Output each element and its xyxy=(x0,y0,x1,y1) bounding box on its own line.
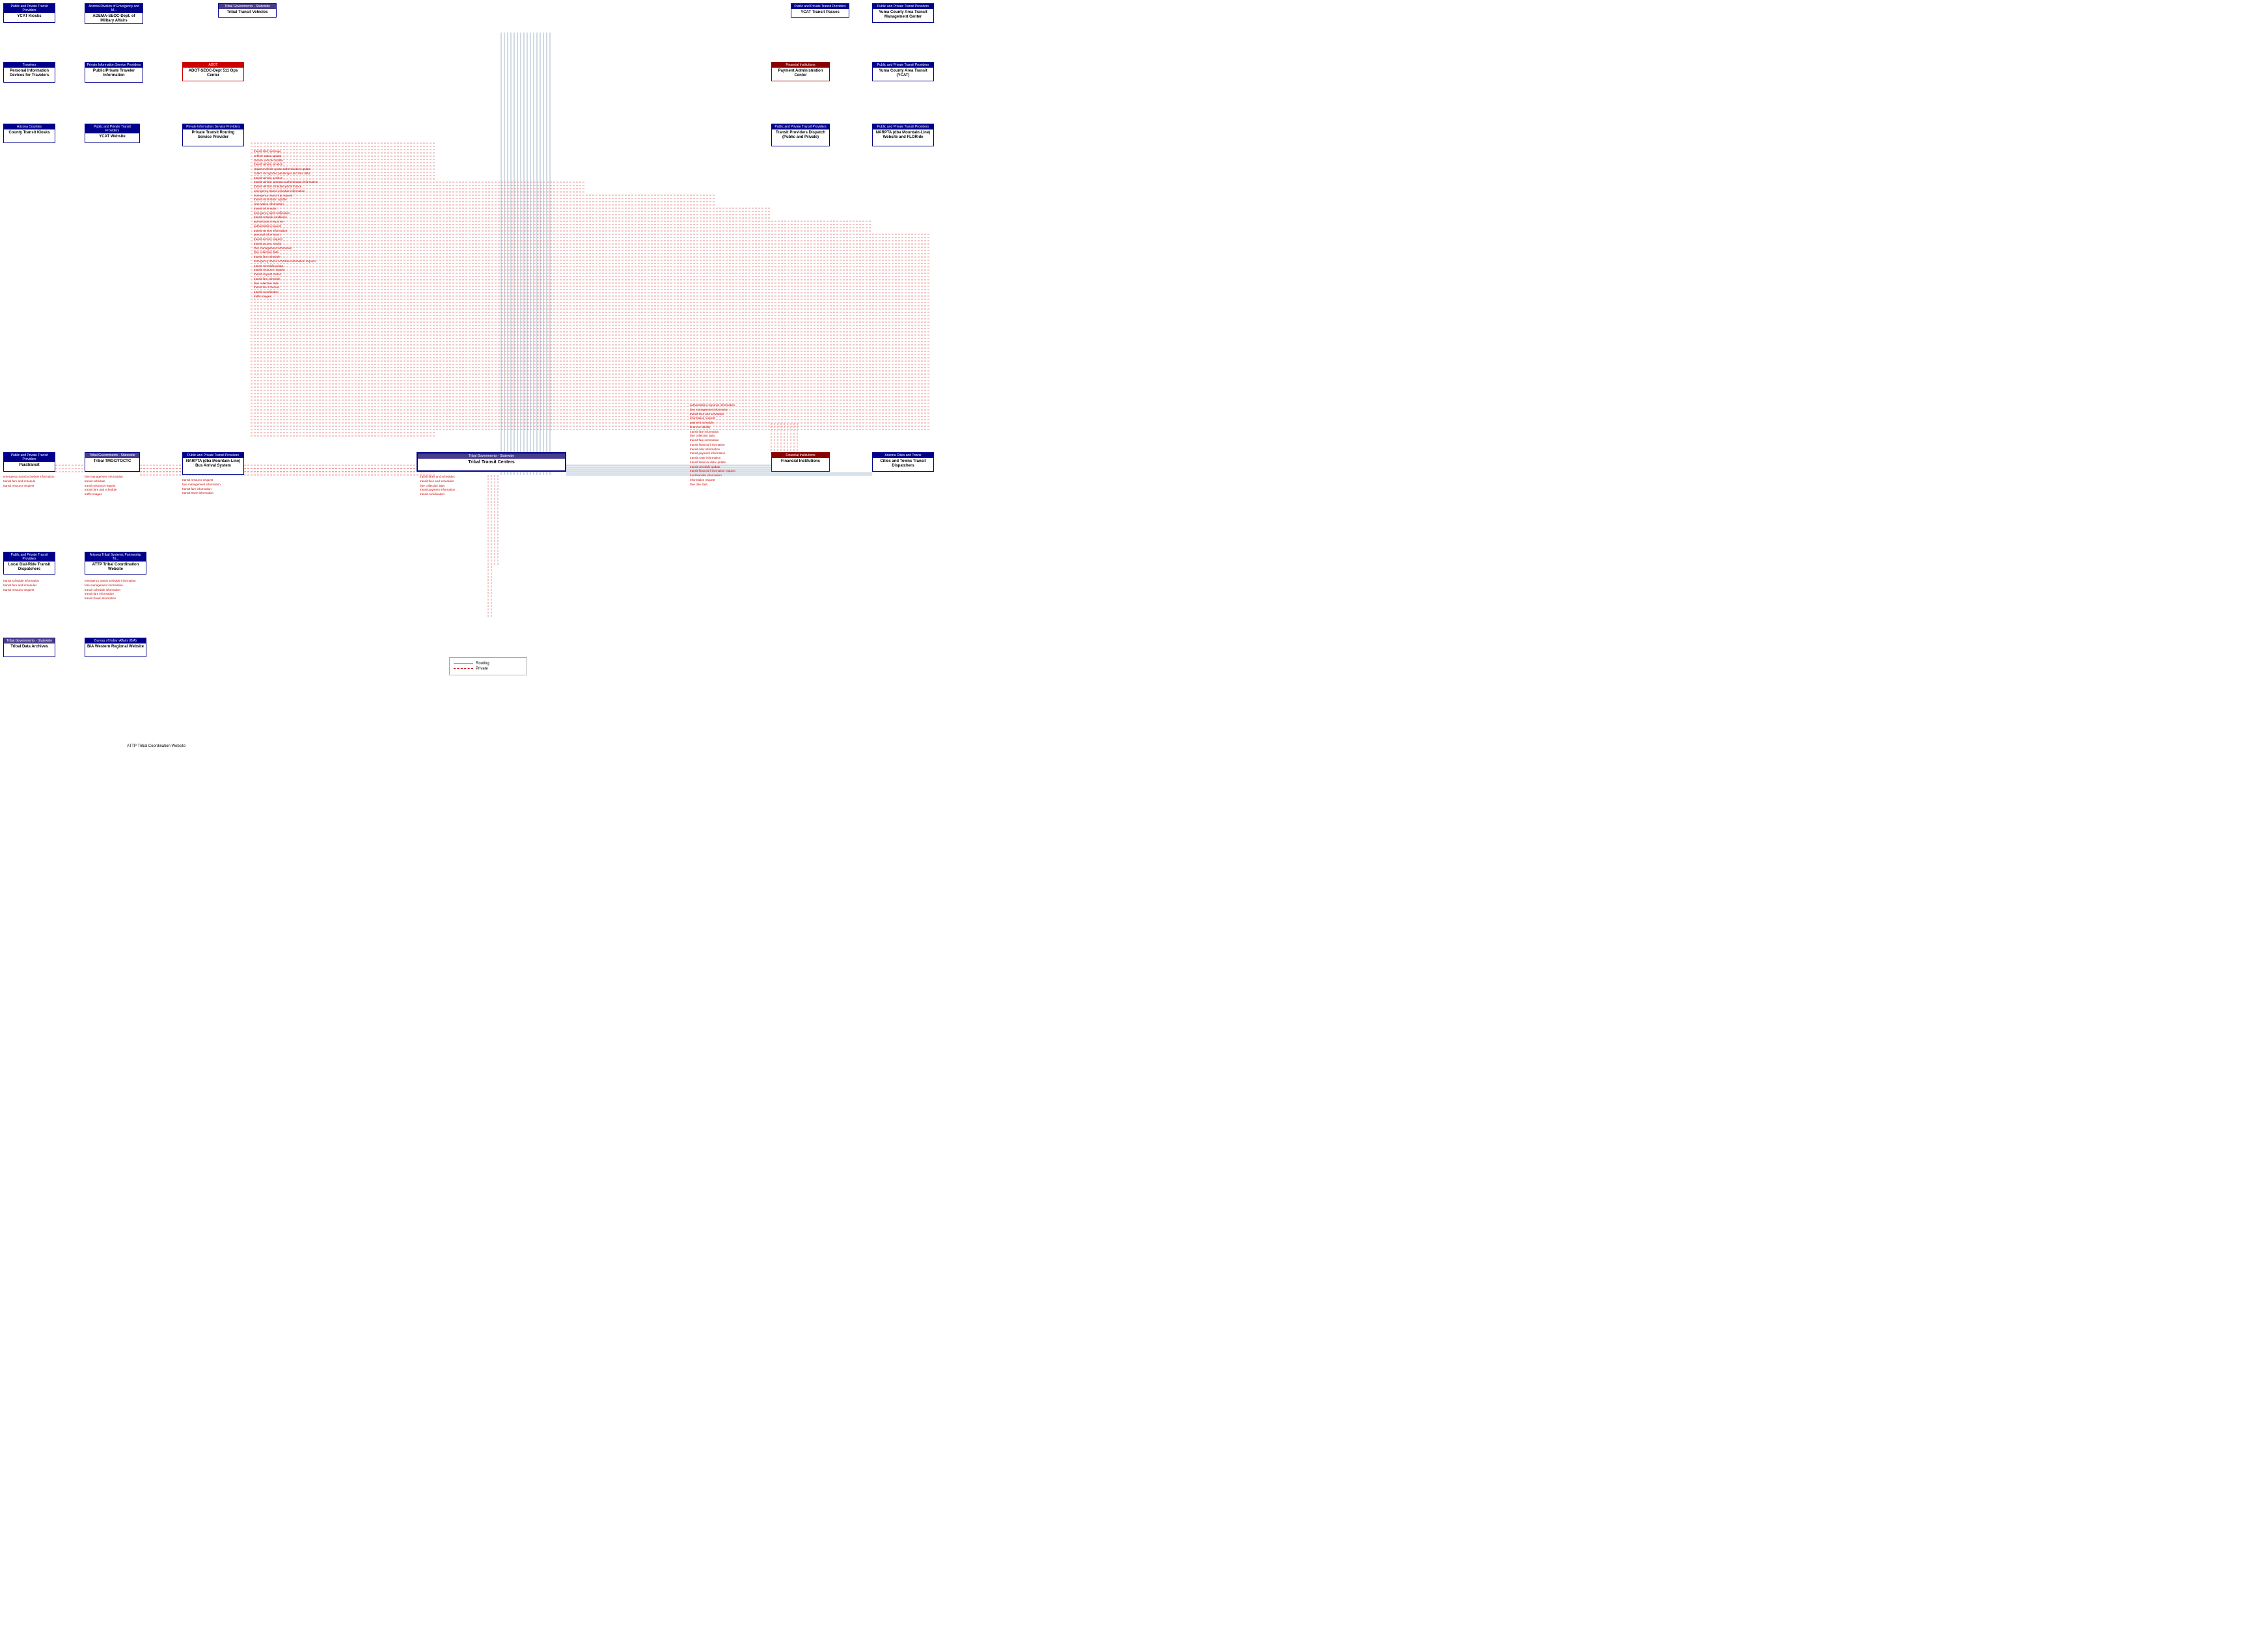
node-yuma-county-transit-header: Public and Private Transit Providers xyxy=(873,62,933,68)
node-payment-admin: Financial Institutions Payment Administr… xyxy=(771,62,830,81)
node-attp-tribal-coord-label: ATTP Tribal Coordination Website xyxy=(87,563,144,572)
node-county-transit-kiosks-label: County Transit Kiosks xyxy=(6,131,53,135)
node-tribal-data-archive: Tribal Governments - Statewide Tribal Da… xyxy=(3,638,55,657)
node-cities-towns-transit: Arizona Cities and Towns Cities and Town… xyxy=(872,452,934,472)
node-yuma-transit-mgmt-header: Public and Private Transit Providers xyxy=(873,4,933,9)
node-narpta-arrival: Public and Private Transit Providers NAR… xyxy=(182,452,244,475)
node-ycat-website-label: YCAT Website xyxy=(87,135,137,139)
node-private-transit-routing-label: Private Transit Routing Service Provider xyxy=(185,131,241,140)
node-adot-seoc-ops-label: ADOT-SEOC-Dept 511 Ops Center xyxy=(185,69,241,78)
node-adot-seoc-military-label: ADEMA-SEOC-Dept. of Military Affairs xyxy=(87,14,141,23)
legend-private-label: Private xyxy=(476,667,488,671)
connections-svg xyxy=(0,0,1130,826)
node-ycat-website: Public and Private Transit Providers YCA… xyxy=(85,124,140,143)
node-private-traveler-info: Private Information Service Providers Pu… xyxy=(85,62,143,83)
node-financial-institutions-header: Financial Institutions xyxy=(772,453,829,458)
node-ycat-transit-passes: Public and Private Transit Providers YCA… xyxy=(791,3,849,18)
node-tribal-tmoc: Tribal Governments - Statewide Tribal TM… xyxy=(85,452,140,472)
node-narpta-website: Public and Private Transit Providers NAR… xyxy=(872,124,934,146)
node-tribal-transit-vehicles-header: Tribal Governments - Statewide xyxy=(219,4,276,9)
node-county-transit-kiosks: Arizona Counties County Transit Kiosks xyxy=(3,124,55,143)
node-transit-providers-dispatch-header: Public and Private Transit Providers xyxy=(772,124,829,129)
node-personal-info-devices-label: Personal Information Devices for Travele… xyxy=(6,69,53,78)
diagram-container: Public and Private Transit Providers YCA… xyxy=(0,0,1130,826)
connection-labels-right: authorization response information fare … xyxy=(690,403,768,487)
node-personal-info-devices-header: Travelers xyxy=(4,62,55,68)
narpta-arrival-labels: transit resource request fare management… xyxy=(182,478,244,496)
node-narpta-website-label: NARPTA (dba Mountain-Line) Website and F… xyxy=(875,131,931,140)
node-county-transit-kiosks-header: Arizona Counties xyxy=(4,124,55,129)
node-bia-western-regional-label: BIA Western Regional Website xyxy=(87,645,144,649)
attp-coord-labels: emergency transit schedule information f… xyxy=(85,579,146,601)
node-ycat-kiosks-label: YCAT Kiosks xyxy=(6,14,53,19)
node-paratransit-header: Public and Private Transit Providers xyxy=(4,453,55,462)
node-transit-providers-dispatch-label: Transit Providers Dispatch (Public and P… xyxy=(774,131,827,140)
node-personal-info-devices: Travelers Personal Information Devices f… xyxy=(3,62,55,83)
tribal-coordination-label: ATTP Tribal Coordination Website xyxy=(127,744,185,748)
node-ycat-website-header: Public and Private Transit Providers xyxy=(85,124,139,133)
node-adot-seoc-ops: ADOT ADOT-SEOC-Dept 511 Ops Center xyxy=(182,62,244,81)
node-private-traveler-info-label: Public/Private Traveler Information xyxy=(87,69,141,78)
legend-private: Private xyxy=(454,667,523,671)
node-tribal-tmoc-header: Tribal Governments - Statewide xyxy=(85,453,139,458)
node-local-dial-ride: Public and Private Transit Providers Loc… xyxy=(3,552,55,575)
node-tribal-data-archive-header: Tribal Governments - Statewide xyxy=(4,638,55,643)
node-financial-institutions-label: Financial Institutions xyxy=(774,459,827,464)
node-adot-seoc-military: Arizona Division of Emergency and M... A… xyxy=(85,3,143,24)
node-tribal-transit-vehicles-label: Tribal Transit Vehicles xyxy=(221,10,274,15)
node-adot-seoc-military-header: Arizona Division of Emergency and M... xyxy=(85,4,143,13)
node-tribal-transit-centers-header: Tribal Governments - Statewide xyxy=(418,454,565,459)
legend-private-line xyxy=(454,668,473,670)
node-yuma-transit-mgmt-label: Yuma County Area Transit Management Cent… xyxy=(875,10,931,20)
node-private-transit-routing: Private Information Service Providers Pr… xyxy=(182,124,244,146)
node-ycat-kiosks: Public and Private Transit Providers YCA… xyxy=(3,3,55,23)
node-yuma-county-transit-label: Yuma County Area Transit (YCAT) xyxy=(875,69,931,78)
legend-routing-label: Routing xyxy=(476,662,489,666)
node-ycat-transit-passes-label: YCAT Transit Passes xyxy=(793,10,847,15)
node-bia-western-regional: Bureau of Indian Affairs (BIA) BIA Weste… xyxy=(85,638,146,657)
connection-labels-bottom: transit fares and schedules transit fees… xyxy=(420,475,563,497)
node-narpta-arrival-label: NARPTA (dba Mountain-Line) Bus Arrival S… xyxy=(185,459,241,468)
node-narpta-arrival-header: Public and Private Transit Providers xyxy=(183,453,243,458)
node-private-transit-routing-header: Private Information Service Providers xyxy=(183,124,243,129)
node-bia-western-regional-header: Bureau of Indian Affairs (BIA) xyxy=(85,638,146,643)
node-financial-institutions: Financial Institutions Financial Institu… xyxy=(771,452,830,472)
paratransit-labels: emergency transit schedule information t… xyxy=(3,475,55,488)
legend-routing: Routing xyxy=(454,662,523,666)
node-payment-admin-label: Payment Administration Center xyxy=(774,69,827,78)
node-paratransit-label: Paratransit xyxy=(6,463,53,468)
node-local-dial-ride-label: Local Dial-Ride Transit Dispatchers xyxy=(6,563,53,572)
node-ycat-kiosks-header: Public and Private Transit Providers xyxy=(4,4,55,13)
node-paratransit: Public and Private Transit Providers Par… xyxy=(3,452,55,472)
legend: Routing Private xyxy=(449,657,527,675)
node-yuma-transit-mgmt: Public and Private Transit Providers Yum… xyxy=(872,3,934,23)
legend-routing-line xyxy=(454,663,473,664)
node-tribal-tmoc-label: Tribal TMOC/TOCTC xyxy=(87,459,137,464)
node-payment-admin-header: Financial Institutions xyxy=(772,62,829,68)
node-narpta-website-header: Public and Private Transit Providers xyxy=(873,124,933,129)
node-yuma-county-transit: Public and Private Transit Providers Yum… xyxy=(872,62,934,81)
node-attp-tribal-coord-header: Arizona Tribal Systemic Partnership Tri.… xyxy=(85,552,146,562)
node-tribal-transit-centers: Tribal Governments - Statewide Tribal Tr… xyxy=(417,452,566,472)
node-ycat-transit-passes-header: Public and Private Transit Providers xyxy=(791,4,849,9)
node-tribal-data-archive-label: Tribal Data Archives xyxy=(6,645,53,649)
tribal-tmoc-labels: fare management information transit sche… xyxy=(85,475,143,497)
node-tribal-transit-vehicles: Tribal Governments - Statewide Tribal Tr… xyxy=(218,3,277,18)
connection-labels-middle: transit alert message vehicle status upd… xyxy=(254,150,436,299)
node-attp-tribal-coord: Arizona Tribal Systemic Partnership Tri.… xyxy=(85,552,146,575)
local-dial-labels: transit schedule information transit far… xyxy=(3,579,55,592)
node-tribal-transit-centers-label: Tribal Transit Centers xyxy=(420,460,563,465)
node-local-dial-ride-header: Public and Private Transit Providers xyxy=(4,552,55,562)
node-private-traveler-info-header: Private Information Service Providers xyxy=(85,62,143,68)
node-cities-towns-transit-header: Arizona Cities and Towns xyxy=(873,453,933,458)
node-transit-providers-dispatch: Public and Private Transit Providers Tra… xyxy=(771,124,830,146)
node-adot-seoc-ops-header: ADOT xyxy=(183,62,243,68)
node-cities-towns-transit-label: Cities and Towns Transit Dispatchers xyxy=(875,459,931,468)
